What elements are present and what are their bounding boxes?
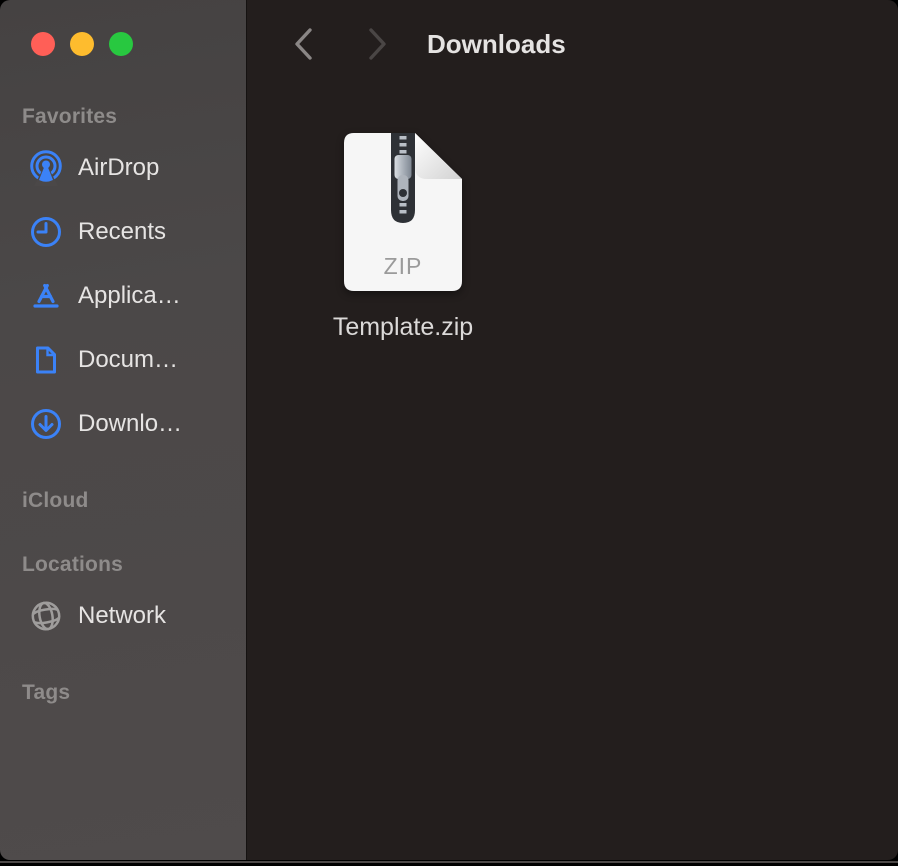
sidebar-item-label: Recents <box>78 218 167 245</box>
document-icon <box>28 342 64 378</box>
sidebar: Favorites AirDrop Recents Applica… Docum… <box>0 0 246 860</box>
minimize-window-button[interactable] <box>70 32 94 56</box>
file-name-label: Template.zip <box>332 313 474 341</box>
sidebar-favorites-list: AirDrop Recents Applica… Docum… Downlo… <box>0 140 240 460</box>
sidebar-item-label: Docum… <box>78 346 179 373</box>
zip-file-icon: ZIP <box>344 133 462 291</box>
file-template-zip[interactable]: ZIP Template.zip <box>303 133 503 342</box>
window-title: Downloads <box>427 29 566 59</box>
clock-icon <box>28 214 64 250</box>
sidebar-item-label: Downlo… <box>78 410 183 437</box>
close-window-button[interactable] <box>31 32 55 56</box>
sidebar-item-airdrop[interactable]: AirDrop <box>0 140 240 196</box>
sidebar-item-recents[interactable]: Recents <box>0 204 240 260</box>
sidebar-item-downloads[interactable]: Downlo… <box>0 396 240 452</box>
sidebar-item-network[interactable]: Network <box>0 588 240 644</box>
desktop-edge-line <box>0 861 898 863</box>
window-controls <box>31 32 133 56</box>
download-circle-icon <box>28 406 64 442</box>
toolbar: Downloads <box>247 0 898 88</box>
sidebar-section-icloud: iCloud <box>22 489 89 512</box>
sidebar-item-documents[interactable]: Docum… <box>0 332 240 388</box>
sidebar-section-tags: Tags <box>22 681 71 704</box>
content-pane: Downloads ZIP Template.zip <box>246 0 898 860</box>
forward-button[interactable] <box>362 24 392 64</box>
finder-window: Favorites AirDrop Recents Applica… Docum… <box>0 0 898 860</box>
zoom-window-button[interactable] <box>109 32 133 56</box>
sidebar-section-locations: Locations <box>22 553 123 576</box>
airdrop-icon <box>28 150 64 186</box>
sidebar-item-label: Network <box>78 602 167 629</box>
sidebar-item-label: AirDrop <box>78 154 160 181</box>
globe-icon <box>28 598 64 634</box>
sidebar-section-favorites: Favorites <box>22 105 118 128</box>
zip-badge-label: ZIP <box>384 253 423 279</box>
sidebar-item-applications[interactable]: Applica… <box>0 268 240 324</box>
back-button[interactable] <box>289 24 319 64</box>
appstore-icon <box>28 278 64 314</box>
sidebar-item-label: Applica… <box>78 282 181 309</box>
